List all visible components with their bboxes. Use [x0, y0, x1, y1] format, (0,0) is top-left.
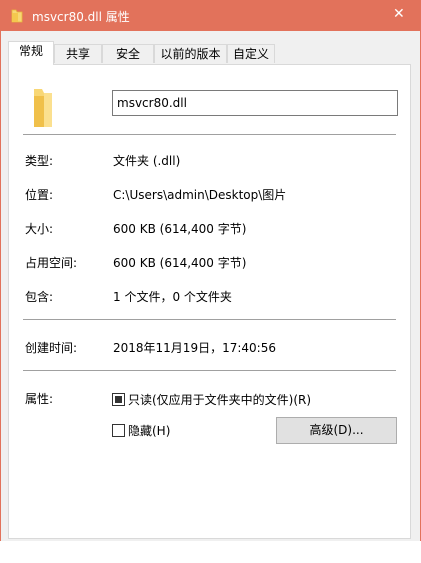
close-button[interactable]: ✕	[376, 0, 421, 31]
tab-security[interactable]: 安全	[102, 44, 154, 63]
tab-general[interactable]: 常规	[8, 41, 54, 65]
close-icon[interactable]: ✕	[393, 6, 405, 22]
hidden-checkbox[interactable]	[112, 424, 125, 437]
tab-label: 安全	[115, 47, 140, 61]
type-label: 类型:	[25, 154, 54, 168]
size-label: 大小:	[25, 222, 54, 236]
folder-icon	[31, 87, 55, 132]
separator	[23, 134, 396, 135]
dialog-frame: 常规 共享 安全 以前的版本 自定义 类型: 文件夹 (.dll) 位置: C:…	[0, 31, 421, 541]
attributes-label: 属性:	[25, 392, 54, 406]
tab-label: 以前的版本	[160, 47, 221, 61]
general-panel: 类型: 文件夹 (.dll) 位置: C:\Users\admin\Deskto…	[8, 64, 411, 539]
separator	[23, 319, 396, 320]
title-bar: msvcr80.dll 属性 ✕	[0, 0, 421, 31]
readonly-checkbox[interactable]	[112, 393, 125, 406]
type-value: 文件夹 (.dll)	[113, 154, 181, 168]
window-title: msvcr80.dll 属性	[32, 10, 130, 24]
window-bottom	[0, 541, 421, 563]
location-label: 位置:	[25, 188, 54, 202]
advanced-button[interactable]: 高级(D)...	[276, 417, 397, 444]
location-value: C:\Users\admin\Desktop\图片	[113, 188, 287, 202]
created-label: 创建时间:	[25, 341, 78, 355]
tab-previous-versions[interactable]: 以前的版本	[154, 44, 227, 63]
folder-icon	[10, 9, 24, 26]
contains-label: 包含:	[25, 290, 54, 304]
hidden-label[interactable]: 隐藏(H)	[128, 422, 170, 439]
separator	[23, 370, 396, 371]
size-on-disk-label: 占用空间:	[25, 256, 78, 270]
tab-label: 共享	[65, 47, 90, 61]
tab-sharing[interactable]: 共享	[54, 44, 102, 63]
size-value: 600 KB (614,400 字节)	[113, 222, 247, 236]
size-on-disk-value: 600 KB (614,400 字节)	[113, 256, 247, 270]
name-field[interactable]	[112, 90, 398, 116]
readonly-label[interactable]: 只读(仅应用于文件夹中的文件)(R)	[128, 391, 311, 408]
contains-value: 1 个文件，0 个文件夹	[113, 290, 232, 304]
tab-label: 自定义	[232, 47, 269, 61]
created-value: 2018年11月19日，17:40:56	[113, 341, 276, 355]
tab-label: 常规	[18, 44, 43, 58]
tab-customize[interactable]: 自定义	[227, 44, 275, 63]
